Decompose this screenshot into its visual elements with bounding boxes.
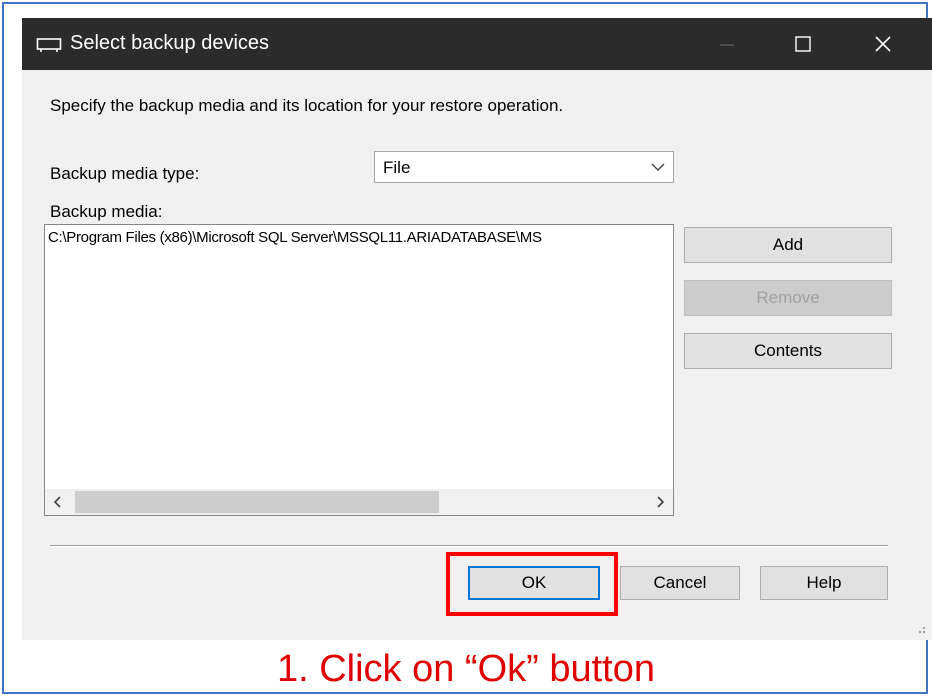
- scroll-right-button[interactable]: [647, 489, 673, 515]
- backup-media-list[interactable]: C:\Program Files (x86)\Microsoft SQL Ser…: [44, 224, 674, 516]
- instruction-caption: 1. Click on “Ok” button: [276, 648, 656, 690]
- horizontal-scrollbar[interactable]: [45, 489, 673, 515]
- chevron-right-icon: [657, 496, 665, 508]
- backup-media-type-label: Backup media type:: [50, 164, 200, 183]
- minimize-button[interactable]: [698, 18, 756, 70]
- scrollbar-thumb[interactable]: [75, 491, 439, 513]
- minimize-icon: [720, 44, 734, 46]
- dialog-title: Select backup devices: [70, 32, 270, 54]
- add-button[interactable]: Add: [684, 227, 892, 263]
- title-bar: Select backup devices: [22, 18, 932, 70]
- list-item[interactable]: C:\Program Files (x86)\Microsoft SQL Ser…: [48, 229, 668, 246]
- close-icon: [875, 36, 891, 52]
- maximize-button[interactable]: [774, 18, 832, 70]
- maximize-icon: [795, 36, 811, 52]
- help-button[interactable]: Help: [760, 566, 888, 600]
- backup-device-icon: [36, 36, 62, 54]
- cancel-button[interactable]: Cancel: [620, 566, 740, 600]
- separator: [50, 545, 888, 547]
- backup-media-label: Backup media:: [50, 202, 163, 221]
- backup-media-type-select[interactable]: File: [374, 151, 674, 183]
- instruction-text: Specify the backup media and its locatio…: [50, 96, 564, 115]
- close-button[interactable]: [854, 18, 912, 70]
- chevron-down-icon: [651, 163, 665, 171]
- select-backup-devices-dialog: Select backup devices Specify the backup…: [22, 18, 932, 640]
- scroll-left-button[interactable]: [45, 489, 71, 515]
- remove-button[interactable]: Remove: [684, 280, 892, 316]
- chevron-left-icon: [53, 496, 61, 508]
- resize-grip-icon[interactable]: [916, 624, 926, 634]
- contents-button[interactable]: Contents: [684, 333, 892, 369]
- ok-button[interactable]: OK: [468, 566, 600, 600]
- backup-media-type-value: File: [383, 158, 411, 177]
